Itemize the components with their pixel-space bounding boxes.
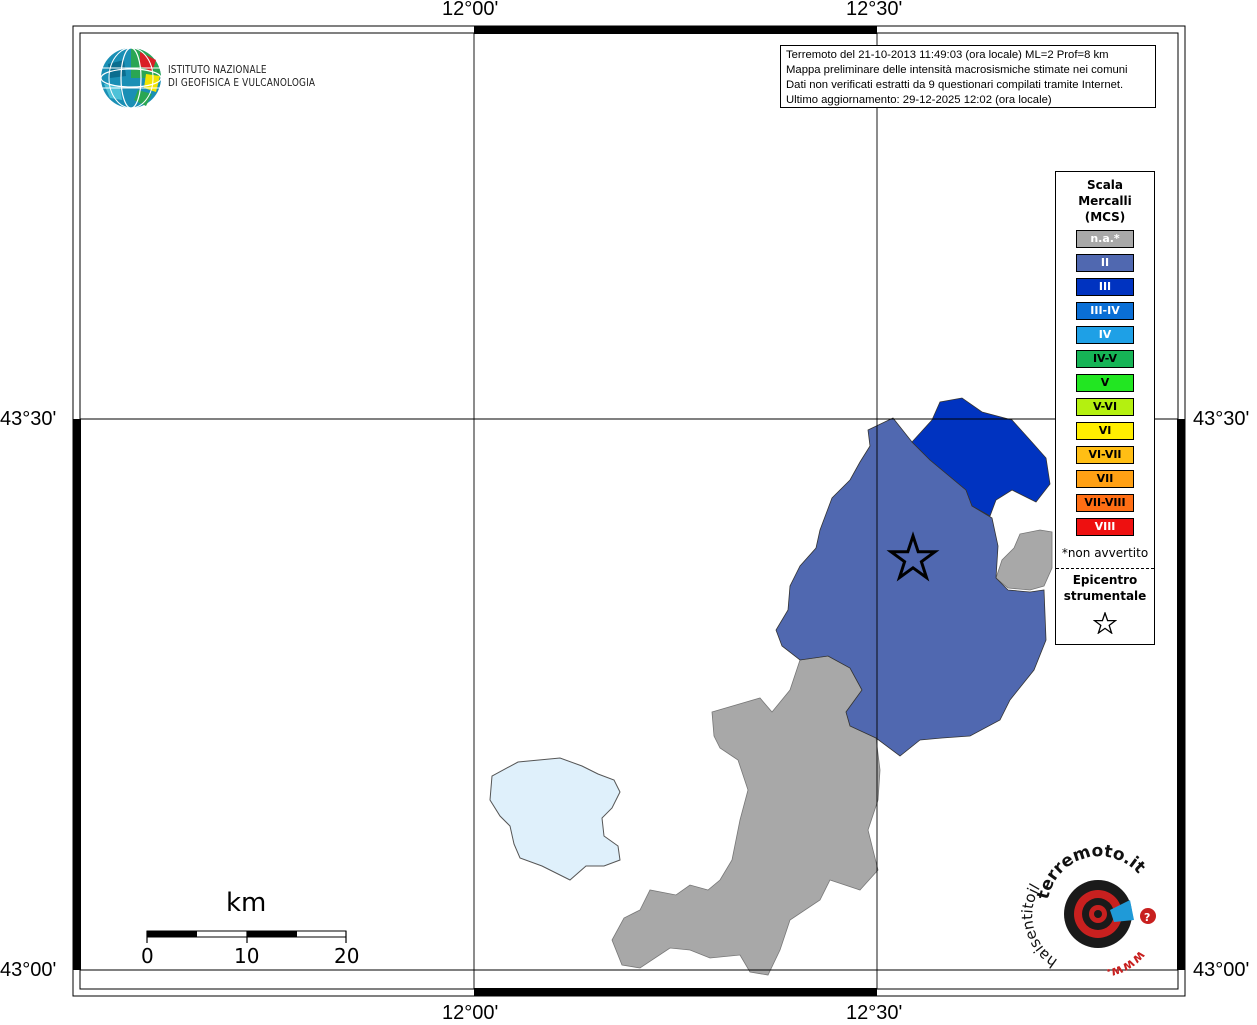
legend-epicenter-line2: strumentale (1063, 589, 1147, 603)
earthquake-info-box: Terremoto del 21-10-2013 11:49:03 (ora l… (780, 45, 1156, 108)
ingv-logo-line2: DI GEOFISICA E VULCANOLOGIA (168, 77, 316, 89)
lat-label-left-4330: 43°30' (0, 408, 57, 430)
frame-bar-top (474, 26, 877, 34)
legend-swatch-11: VII-VIII (1076, 494, 1134, 512)
haisentito-badge-icon: ? (1064, 880, 1156, 948)
legend-swatch-3: III-IV (1076, 302, 1134, 320)
ingv-logo-line1: ISTITUTO NAZIONALE (168, 64, 267, 76)
lon-label-bottom-1230: 12°30' (846, 1002, 903, 1024)
region-not-felt-south (611, 655, 881, 976)
frame-bar-right (1177, 419, 1185, 970)
legend-swatch-2: III (1076, 278, 1134, 296)
info-line-updated: Ultimo aggiornamento: 29-12-2025 12:02 (… (786, 94, 1052, 106)
svg-text:?: ? (1144, 911, 1150, 924)
lake (489, 757, 621, 881)
legend-swatch-9: VI-VII (1076, 446, 1134, 464)
map-frame-inner (79, 32, 1179, 990)
lon-label-bottom-1200: 12°00' (442, 1002, 499, 1024)
frame-bar-left (73, 419, 81, 970)
legend-swatch-1: II (1076, 254, 1134, 272)
legend-star-icon (1093, 612, 1117, 634)
legend-title-line3: (MCS) (1084, 210, 1126, 224)
frame-bar-bottom (474, 988, 877, 996)
legend-swatch-5: IV-V (1076, 350, 1134, 368)
ingv-logo-icon (100, 47, 162, 109)
scale-bar-tick-20: 20 (334, 944, 360, 968)
lon-label-top-1230: 12°30' (846, 0, 903, 20)
legend-swatch-0: n.a.* (1076, 230, 1134, 248)
legend-swatch-6: V (1076, 374, 1134, 392)
legend-title-line1: Scala (1086, 178, 1124, 192)
badge-text-bottom: www. (1105, 947, 1148, 980)
legend-swatch-7: V-VI (1076, 398, 1134, 416)
legend-swatch-8: VI (1076, 422, 1134, 440)
legend-epicenter-title: Epicentro strumentale (1056, 572, 1154, 604)
legend-title: Scala Mercalli (MCS) (1056, 177, 1154, 225)
legend-swatch-12: VIII (1076, 518, 1134, 536)
scale-bar (146, 930, 347, 943)
intensity-legend: Scala Mercalli (MCS) n.a.* II III III-IV IV I… (1055, 171, 1155, 645)
legend-swatch-4: IV (1076, 326, 1134, 344)
scale-bar-unit: km (226, 888, 267, 918)
info-line-map-desc: Mappa preliminare delle intensità macros… (786, 64, 1128, 76)
info-line-data-source: Dati non verificati estratti da 9 questi… (786, 79, 1124, 91)
lat-label-right-4300: 43°00' (1193, 959, 1250, 981)
lat-label-right-4330: 43°30' (1193, 408, 1250, 430)
legend-epicenter-line1: Epicentro (1072, 573, 1138, 587)
scale-bar-tick-0: 0 (141, 944, 154, 968)
legend-title-line2: Mercalli (1078, 194, 1132, 208)
scale-bar-tick-10: 10 (234, 944, 260, 968)
legend-swatch-10: VII (1076, 470, 1134, 488)
lat-label-left-4300: 43°00' (0, 959, 57, 981)
legend-note-not-felt: *non avvertito (1061, 546, 1149, 560)
lon-label-top-1200: 12°00' (442, 0, 499, 20)
legend-divider (1056, 568, 1154, 569)
svg-text:www.: www. (1105, 947, 1148, 980)
map-frame-outer (72, 25, 1186, 997)
info-line-event: Terremoto del 21-10-2013 11:49:03 (ora l… (786, 49, 1109, 61)
ingv-logo-text: ISTITUTO NAZIONALE DI GEOFISICA E VULCAN… (168, 64, 315, 90)
region-not-felt-east (995, 529, 1053, 591)
